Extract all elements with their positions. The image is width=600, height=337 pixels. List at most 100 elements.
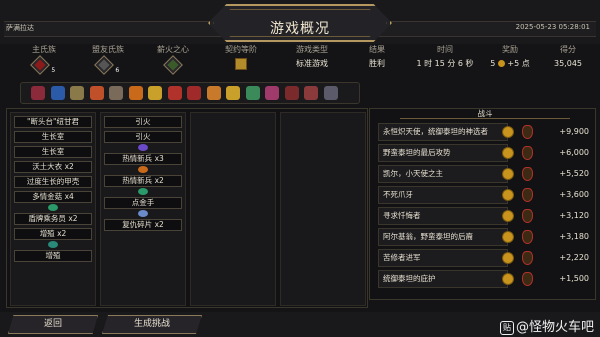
battle-score: +3,180 — [559, 232, 589, 241]
relic-14-icon[interactable] — [284, 86, 299, 100]
battle-row[interactable]: 寻求忏悔者 — [378, 207, 508, 225]
stat-label: 契约等阶 — [225, 45, 257, 54]
relic-10-icon[interactable] — [206, 86, 221, 100]
upgrade-gem-icon — [138, 144, 148, 151]
relic-1-icon[interactable] — [31, 86, 45, 100]
watermark-text: @怪物火车吧 — [515, 320, 594, 335]
deck-column-2: 引火 引火 热情新兵 x3 热情新兵 x2 点金手 复仇碎片 x2 — [100, 112, 186, 306]
pyre-heart-icon[interactable] — [163, 55, 183, 75]
battle-row[interactable]: 不死爪牙 — [378, 186, 508, 204]
pyre-flame-icon — [522, 251, 533, 265]
stat-label: 游戏类型 — [296, 45, 328, 54]
back-button[interactable]: 返回 — [8, 315, 98, 334]
top-bar: 萨满拉达 2025-05-23 05:28:01 游戏概况 — [0, 0, 600, 44]
relic-16-icon[interactable] — [323, 86, 338, 100]
deck-panel: "断头台"纽甘君 生长室 生长室 沃土大衣 x2 过度生长的甲壳 多情金菇 x4 盾牌乘务员… — [6, 108, 368, 308]
upgrade-gem-icon — [138, 166, 148, 173]
stat-score: 得分 35,045 — [548, 44, 588, 73]
battle-row[interactable]: 野蛮泰坦的最后攻势 — [378, 144, 508, 162]
result-value: 胜利 — [369, 59, 385, 68]
battle-score: +3,120 — [559, 211, 589, 220]
boss-portrait-icon — [502, 210, 514, 222]
deck-card[interactable]: 过度生长的甲壳 — [14, 176, 92, 188]
pyre-flame-icon — [522, 167, 533, 181]
stat-label: 得分 — [560, 45, 576, 54]
boss-portrait-icon — [502, 252, 514, 264]
stat-game-type: 游戏类型 标准游戏 — [284, 44, 340, 73]
relic-15-icon[interactable] — [304, 86, 318, 100]
stat-label: 盟友氏族 — [92, 45, 124, 54]
primary-clan-emblem-icon[interactable] — [29, 55, 50, 75]
deck-card[interactable]: 点金手 — [104, 197, 182, 209]
bottom-bar: 返回 生成挑战 贴 @怪物火车吧 — [0, 312, 600, 337]
stat-label: 主氏族 — [32, 45, 56, 54]
allied-clan-emblem-icon[interactable] — [93, 55, 114, 75]
relic-6-icon[interactable] — [128, 86, 143, 100]
stat-reward: 奖励 5 +5 点 — [486, 44, 534, 73]
relic-4-icon[interactable] — [89, 86, 104, 100]
relic-3-icon[interactable] — [70, 86, 84, 100]
gold-coin-icon — [497, 60, 505, 67]
relic-11-icon[interactable] — [226, 86, 240, 100]
deck-card[interactable]: 多情金菇 x4 — [14, 191, 92, 203]
relic-5-icon[interactable] — [109, 86, 123, 100]
battle-row[interactable]: 永恒炽天使，统御泰坦的神选者 — [378, 123, 508, 141]
stat-allied-clan: 盟友氏族 6 — [86, 44, 130, 75]
boss-portrait-icon — [502, 231, 514, 243]
stat-label: 时间 — [437, 45, 453, 54]
boss-portrait-icon — [502, 126, 514, 138]
stats-row: 主氏族 5 盟友氏族 6 薪火之心 契约等阶 游戏类型 标准游戏 结果 胜利 时… — [0, 44, 600, 78]
battle-score: +1,500 — [559, 274, 589, 283]
boss-portrait-icon — [502, 147, 514, 159]
relic-9-icon[interactable] — [187, 86, 201, 100]
upgrade-gem-icon — [48, 204, 58, 211]
page-title: 游戏概况 — [270, 21, 330, 37]
battle-row[interactable]: 阿尔基翁，野蛮泰坦的后裔 — [378, 228, 508, 246]
pyre-flame-icon — [522, 230, 533, 244]
relic-7-icon[interactable] — [148, 86, 162, 100]
battle-score: +5,520 — [559, 169, 589, 178]
time-value: 1 时 15 分 6 秒 — [416, 59, 474, 68]
relic-13-icon[interactable] — [265, 86, 279, 100]
battle-row[interactable]: 凯尔，小天使之主 — [378, 165, 508, 183]
relic-8-icon[interactable] — [167, 86, 182, 100]
battle-score: +3,600 — [559, 190, 589, 199]
deck-card[interactable]: "断头台"纽甘君 — [14, 116, 92, 128]
covenant-book-icon[interactable] — [235, 58, 247, 70]
relic-bar — [20, 82, 360, 104]
pyre-flame-icon — [522, 188, 533, 202]
allied-clan-tier: 6 — [115, 67, 120, 74]
relic-2-icon[interactable] — [50, 86, 65, 100]
generate-challenge-button[interactable]: 生成挑战 — [102, 315, 202, 334]
battle-row[interactable]: 苦修者进军 — [378, 249, 508, 267]
reward-value: 5 — [490, 59, 496, 68]
relic-12-icon[interactable] — [245, 86, 260, 100]
deck-card[interactable]: 沃土大衣 x2 — [14, 161, 92, 173]
pyre-flame-icon — [522, 125, 533, 139]
deck-card[interactable]: 生长室 — [14, 146, 92, 158]
pyre-flame-icon — [522, 146, 533, 160]
post-icon: 贴 — [499, 320, 514, 335]
deck-card[interactable]: 引火 — [104, 131, 182, 143]
deck-card[interactable]: 生长室 — [14, 131, 92, 143]
battle-row[interactable]: 统御泰坦的庇护 — [378, 270, 508, 288]
score-value: 35,045 — [554, 59, 582, 68]
stat-result: 结果 胜利 — [362, 44, 392, 73]
deck-card[interactable]: 热情新兵 x3 — [104, 153, 182, 165]
battle-header: 战斗 — [400, 109, 570, 119]
upgrade-gem-icon — [138, 188, 148, 195]
run-datetime: 2025-05-23 05:28:01 — [515, 23, 590, 31]
deck-card[interactable]: 热情新兵 x2 — [104, 175, 182, 187]
deck-card[interactable]: 增殖 — [14, 250, 92, 262]
deck-card[interactable]: 引火 — [104, 116, 182, 128]
deck-card[interactable]: 盾牌乘务员 x2 — [14, 213, 92, 225]
stat-time: 时间 1 时 15 分 6 秒 — [414, 44, 476, 73]
upgrade-gem-icon — [138, 210, 148, 217]
deck-card[interactable]: 增殖 x2 — [14, 228, 92, 240]
boss-portrait-icon — [502, 273, 514, 285]
stat-label: 薪火之心 — [157, 45, 189, 54]
player-name: 萨满拉达 — [6, 24, 34, 32]
deck-column-3 — [190, 112, 276, 306]
battle-panel: 战斗 永恒炽天使，统御泰坦的神选者 +9,900 野蛮泰坦的最后攻势 +6,000 凯尔… — [369, 108, 596, 300]
deck-card[interactable]: 复仇碎片 x2 — [104, 219, 182, 231]
